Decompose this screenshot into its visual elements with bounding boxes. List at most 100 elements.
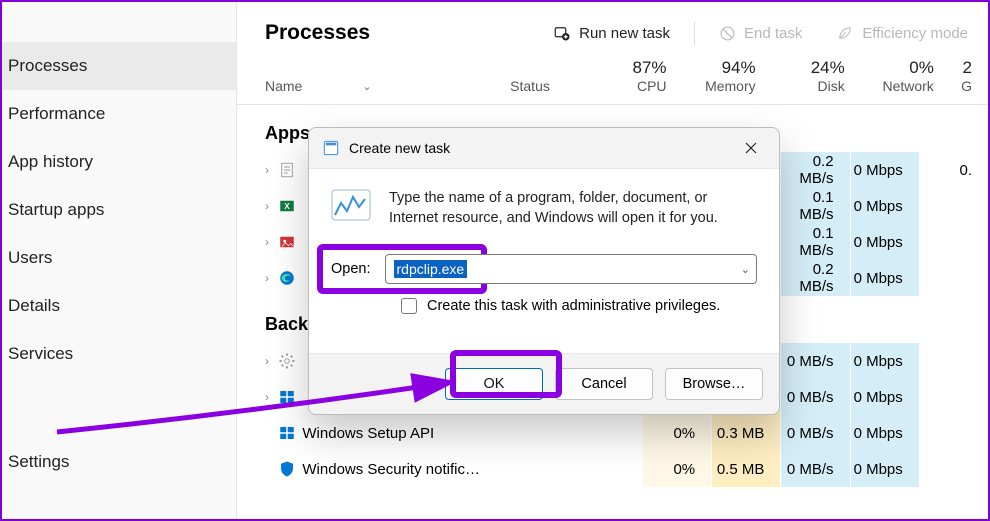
- dialog-title-text: Create new task: [349, 140, 450, 156]
- cpu-label: CPU: [637, 78, 667, 94]
- sidebar-item-services[interactable]: Services: [2, 330, 236, 378]
- app-icon: [278, 232, 296, 252]
- gpu-cell: [919, 188, 988, 224]
- dialog-titlebar: Create new task: [309, 128, 779, 168]
- end-task-icon: [719, 25, 736, 42]
- app-icon: X: [278, 196, 296, 216]
- header-gpu-col[interactable]: 2G: [950, 58, 988, 94]
- net-cell: 0 Mbps: [850, 415, 919, 451]
- sidebar-item-details[interactable]: Details: [2, 282, 236, 330]
- mem-cell: 0.3 MB: [711, 415, 780, 451]
- dialog-help-text: Type the name of a program, folder, docu…: [389, 189, 757, 228]
- expand-chevron-icon[interactable]: ›: [265, 271, 278, 285]
- expand-chevron-icon[interactable]: ›: [265, 163, 278, 177]
- gpu-cell: [919, 260, 988, 296]
- gpu-cell: [919, 451, 988, 487]
- process-name: Windows Security notific…: [296, 461, 596, 478]
- mem-pct: 94%: [683, 58, 756, 78]
- disk-label: Disk: [817, 78, 844, 94]
- admin-checkbox[interactable]: [401, 298, 417, 314]
- sidebar-item-startup-apps[interactable]: Startup apps: [2, 186, 236, 234]
- sidebar-item-processes[interactable]: Processes: [2, 42, 236, 90]
- open-label: Open:: [331, 261, 371, 277]
- sidebar-item-users[interactable]: Users: [2, 234, 236, 282]
- cpu-pct: 87%: [593, 58, 666, 78]
- mem-label: Memory: [705, 78, 756, 94]
- cancel-button[interactable]: Cancel: [555, 368, 653, 400]
- net-cell: 0 Mbps: [850, 224, 919, 260]
- gpu-cell: [919, 224, 988, 260]
- header-network-col[interactable]: 0%Network: [861, 58, 950, 94]
- open-combobox[interactable]: rdpclip.exe ⌄: [385, 254, 758, 284]
- header-cpu-col[interactable]: 87%CPU: [593, 58, 682, 94]
- toolbar-separator: [694, 21, 695, 45]
- cpu-cell: 0%: [642, 451, 711, 487]
- gpu-cell: [919, 379, 988, 415]
- app-icon: [278, 160, 296, 180]
- app-icon: [278, 351, 296, 371]
- net-cell: 0 Mbps: [850, 188, 919, 224]
- create-new-task-dialog: Create new task Type the name of a progr…: [308, 127, 780, 415]
- process-row[interactable]: Windows Setup API0%0.3 MB0 MB/s0 Mbps: [237, 415, 988, 451]
- column-headers: Name ⌄ Status 87%CPU 94%Memory 24%Disk 0…: [237, 58, 988, 105]
- header-status-col[interactable]: Status: [510, 78, 593, 94]
- sidebar-item-app-history[interactable]: App history: [2, 138, 236, 186]
- leaf-icon: [836, 24, 854, 42]
- disk-cell: 0.2 MB/s: [780, 152, 849, 188]
- ok-button[interactable]: OK: [445, 368, 543, 400]
- expand-chevron-icon[interactable]: ›: [265, 390, 278, 404]
- efficiency-label: Efficiency mode: [862, 25, 968, 42]
- sidebar-item-performance[interactable]: Performance: [2, 90, 236, 138]
- dialog-close-button[interactable]: [731, 132, 771, 164]
- net-pct: 0%: [861, 58, 934, 78]
- disk-cell: 0.1 MB/s: [780, 188, 849, 224]
- admin-checkbox-label: Create this task with administrative pri…: [427, 298, 720, 314]
- disk-cell: 0 MB/s: [780, 451, 849, 487]
- expand-chevron-icon[interactable]: ›: [265, 199, 278, 213]
- browse-button[interactable]: Browse…: [665, 368, 763, 400]
- run-task-icon: [553, 24, 571, 42]
- sidebar-item-settings[interactable]: Settings: [2, 438, 236, 486]
- app-icon: [278, 268, 296, 288]
- expand-chevron-icon[interactable]: ›: [265, 235, 278, 249]
- end-task-button: End task: [709, 19, 812, 48]
- header-disk-col[interactable]: 24%Disk: [772, 58, 861, 94]
- net-cell: 0 Mbps: [850, 260, 919, 296]
- gpu-cell: [919, 415, 988, 451]
- chevron-down-icon: ⌄: [362, 80, 371, 93]
- mem-cell: 0.5 MB: [711, 451, 780, 487]
- chevron-down-icon[interactable]: ⌄: [741, 263, 750, 276]
- disk-cell: 0.1 MB/s: [780, 224, 849, 260]
- app-icon: [323, 140, 339, 156]
- gpu-pct: 2: [950, 58, 972, 78]
- run-dialog-icon: [331, 189, 371, 225]
- net-label: Network: [882, 78, 933, 94]
- app-icon: [278, 387, 296, 407]
- disk-cell: 0 MB/s: [780, 343, 849, 379]
- expand-chevron-icon[interactable]: ›: [265, 354, 278, 368]
- end-task-label: End task: [744, 25, 802, 42]
- gpu-label: G: [961, 78, 972, 94]
- efficiency-mode-button: Efficiency mode: [826, 18, 978, 48]
- header-name-col[interactable]: Name ⌄: [265, 78, 510, 94]
- header-name-label: Name: [265, 78, 302, 94]
- page-title: Processes: [265, 21, 529, 45]
- run-new-task-button[interactable]: Run new task: [543, 18, 680, 48]
- run-task-label: Run new task: [579, 25, 670, 42]
- dialog-body: Type the name of a program, folder, docu…: [309, 168, 779, 354]
- titlebar: Processes Run new task End task Efficien…: [237, 2, 988, 58]
- app-icon: [278, 423, 296, 443]
- app-icon: [278, 459, 296, 479]
- open-input-value: rdpclip.exe: [394, 260, 468, 278]
- process-row[interactable]: Windows Security notific… 0%0.5 MB0 MB/s0…: [237, 451, 988, 487]
- disk-pct: 24%: [772, 58, 845, 78]
- dialog-footer: OK Cancel Browse…: [309, 354, 779, 414]
- disk-cell: 0.2 MB/s: [780, 260, 849, 296]
- process-name: Windows Setup API: [296, 425, 596, 442]
- net-cell: 0 Mbps: [850, 379, 919, 415]
- disk-cell: 0 MB/s: [780, 379, 849, 415]
- gpu-cell: [919, 343, 988, 379]
- header-memory-col[interactable]: 94%Memory: [683, 58, 772, 94]
- net-cell: 0 Mbps: [850, 451, 919, 487]
- svg-text:X: X: [285, 202, 291, 211]
